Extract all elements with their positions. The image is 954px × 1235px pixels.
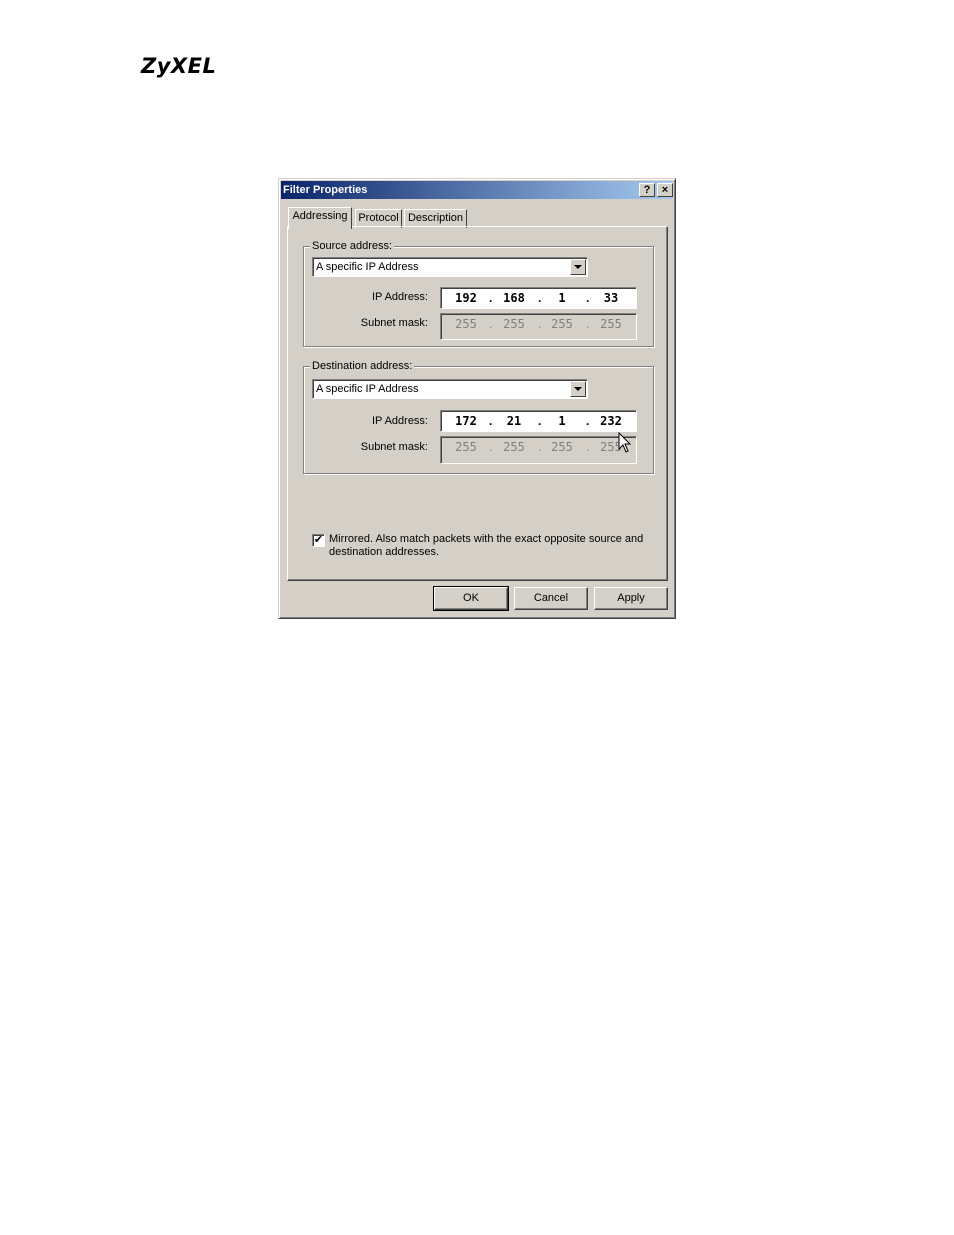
ip-separator: . [586, 291, 590, 305]
source-ip-label: IP Address: [371, 291, 428, 303]
dialog-title: Filter Properties [283, 184, 368, 196]
destination-ip-octet-4[interactable]: 232 [595, 413, 627, 429]
ok-button[interactable]: OK [433, 586, 509, 611]
source-mask-octet-2: 255 [503, 317, 525, 331]
destination-mask-octet-2: 255 [503, 440, 525, 454]
destination-type-dropdown-button[interactable] [570, 381, 586, 397]
ip-separator: . [489, 440, 493, 454]
destination-type-value: A specific IP Address [316, 383, 419, 395]
destination-ip-field[interactable]: 172 . 21 . 1 . 232 [440, 410, 637, 432]
apply-button[interactable]: Apply [594, 587, 668, 610]
destination-mask-octet-1: 255 [455, 440, 477, 454]
ip-separator: . [538, 317, 542, 331]
destination-mask-octet-3: 255 [551, 440, 573, 454]
title-bar: Filter Properties ? × [281, 181, 673, 199]
destination-ip-octet-1[interactable]: 172 [450, 413, 482, 429]
source-ip-octet-2[interactable]: 168 [498, 290, 530, 306]
destination-address-label: Destination address: [310, 359, 415, 373]
chevron-down-icon [574, 387, 582, 391]
source-ip-octet-3[interactable]: 1 [546, 290, 578, 306]
source-type-select[interactable]: A specific IP Address [312, 257, 588, 277]
addressing-panel: Source address: A specific IP Address IP… [287, 226, 668, 581]
close-button[interactable]: × [657, 183, 673, 197]
ip-separator: . [489, 317, 493, 331]
mouse-pointer-icon [618, 432, 632, 453]
destination-type-select[interactable]: A specific IP Address [312, 379, 588, 399]
source-mask-octet-4: 255 [600, 317, 622, 331]
source-address-label: Source address: [310, 239, 395, 253]
help-button[interactable]: ? [639, 183, 655, 197]
tab-addressing[interactable]: Addressing [288, 207, 352, 229]
cancel-button[interactable]: Cancel [514, 587, 588, 610]
ip-separator: . [586, 317, 590, 331]
ip-separator: . [586, 414, 590, 428]
destination-ip-label: IP Address: [371, 415, 428, 427]
ip-separator: . [489, 291, 493, 305]
mirrored-checkbox[interactable]: ✔ [312, 534, 325, 547]
source-type-dropdown-button[interactable] [570, 259, 586, 275]
destination-address-group: Destination address: A specific IP Addre… [303, 359, 654, 474]
zyxel-logo: ZyXEL [141, 54, 217, 78]
source-address-group: Source address: A specific IP Address IP… [303, 239, 654, 347]
ip-separator: . [489, 414, 493, 428]
ip-separator: . [538, 291, 542, 305]
destination-mask-field: 255 . 255 . 255 . 255 [440, 436, 637, 464]
destination-ip-octet-2[interactable]: 21 [498, 413, 530, 429]
source-mask-field: 255 . 255 . 255 . 255 [440, 313, 637, 340]
source-ip-octet-1[interactable]: 192 [450, 290, 482, 306]
source-ip-field[interactable]: 192 . 168 . 1 . 33 [440, 287, 637, 309]
filter-properties-dialog: Filter Properties ? × Addressing Protoco… [278, 178, 676, 619]
mirrored-label[interactable]: Mirrored. Also match packets with the ex… [329, 533, 649, 559]
source-ip-octet-4[interactable]: 33 [595, 290, 627, 306]
source-type-value: A specific IP Address [316, 261, 419, 273]
destination-ip-octet-3[interactable]: 1 [546, 413, 578, 429]
source-mask-label: Subnet mask: [360, 317, 428, 329]
ip-separator: . [586, 440, 590, 454]
ip-separator: . [538, 414, 542, 428]
ip-separator: . [538, 440, 542, 454]
source-mask-octet-1: 255 [455, 317, 477, 331]
chevron-down-icon [574, 265, 582, 269]
source-mask-octet-3: 255 [551, 317, 573, 331]
destination-mask-label: Subnet mask: [360, 441, 428, 453]
